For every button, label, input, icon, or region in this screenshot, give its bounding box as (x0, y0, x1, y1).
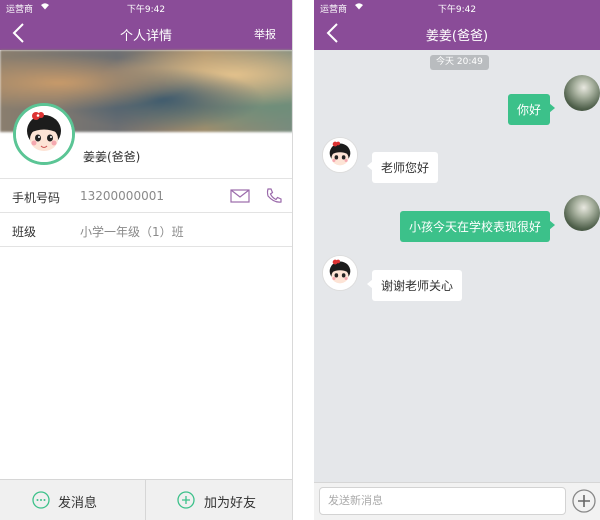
message-input[interactable]: 发送新消息 (319, 487, 566, 515)
status-time: 下午9:42 (126, 5, 166, 15)
screenshot-composite: 运营商 下午9:42 个人详情 举报 姜姜(爸爸) 手机号码 132000000… (0, 0, 600, 520)
my-avatar[interactable] (564, 75, 600, 111)
message-bubble-me[interactable]: 你好 (507, 94, 556, 125)
send-message-label: 发消息 (58, 496, 98, 511)
status-time: 下午9:42 (437, 5, 477, 15)
timestamp-chip: 今天 20:49 (430, 55, 489, 70)
my-avatar[interactable] (564, 195, 600, 231)
input-bar: 发送新消息 (314, 482, 600, 520)
message-bubble-other[interactable]: 老师您好 (366, 152, 439, 183)
chat-title: 姜姜(爸爸) (425, 29, 489, 44)
send-message-button[interactable]: 发消息 (0, 480, 146, 520)
nav-bar: 个人详情 举报 (0, 16, 292, 50)
message-bubble-other[interactable]: 谢谢老师关心 (366, 270, 463, 301)
avatar[interactable] (13, 103, 75, 165)
add-friend-button[interactable]: 加为好友 (147, 480, 292, 520)
divider (0, 246, 292, 247)
class-label: 班级 (12, 225, 37, 239)
action-bar: 发消息 加为好友 (0, 479, 292, 520)
contact-avatar[interactable] (322, 255, 358, 291)
status-bar: 运营商 下午9:42 (314, 0, 600, 16)
message-bubble-me[interactable]: 小孩今天在学校表现很好 (399, 211, 556, 242)
report-button[interactable]: 举报 (254, 26, 276, 42)
profile-screen: 运营商 下午9:42 个人详情 举报 姜姜(爸爸) 手机号码 132000000… (0, 0, 293, 520)
phone-row: 手机号码 13200000001 (0, 178, 292, 212)
phone-icon[interactable] (265, 187, 283, 205)
class-row: 班级 小学一年级（1）班 (0, 212, 292, 246)
page-title: 个人详情 (119, 29, 172, 44)
plus-circle-icon (177, 491, 195, 509)
plus-icon[interactable] (572, 489, 596, 513)
phone-value: 13200000001 (80, 189, 164, 203)
add-friend-label: 加为好友 (204, 496, 257, 511)
status-bar: 运营商 下午9:42 (0, 0, 292, 16)
chat-bubble-icon (32, 491, 50, 509)
class-value: 小学一年级（1）班 (80, 225, 184, 239)
contact-avatar[interactable] (322, 137, 358, 173)
nav-bar: 姜姜(爸爸) (314, 16, 600, 50)
phone-label: 手机号码 (12, 191, 61, 205)
chat-screen: 运营商 下午9:42 姜姜(爸爸) 今天 20:49 你好 老师您好 小孩今天在… (314, 0, 600, 520)
mail-icon[interactable] (230, 188, 250, 204)
screen-gap (293, 0, 314, 520)
profile-name: 姜姜(爸爸) (83, 150, 141, 164)
